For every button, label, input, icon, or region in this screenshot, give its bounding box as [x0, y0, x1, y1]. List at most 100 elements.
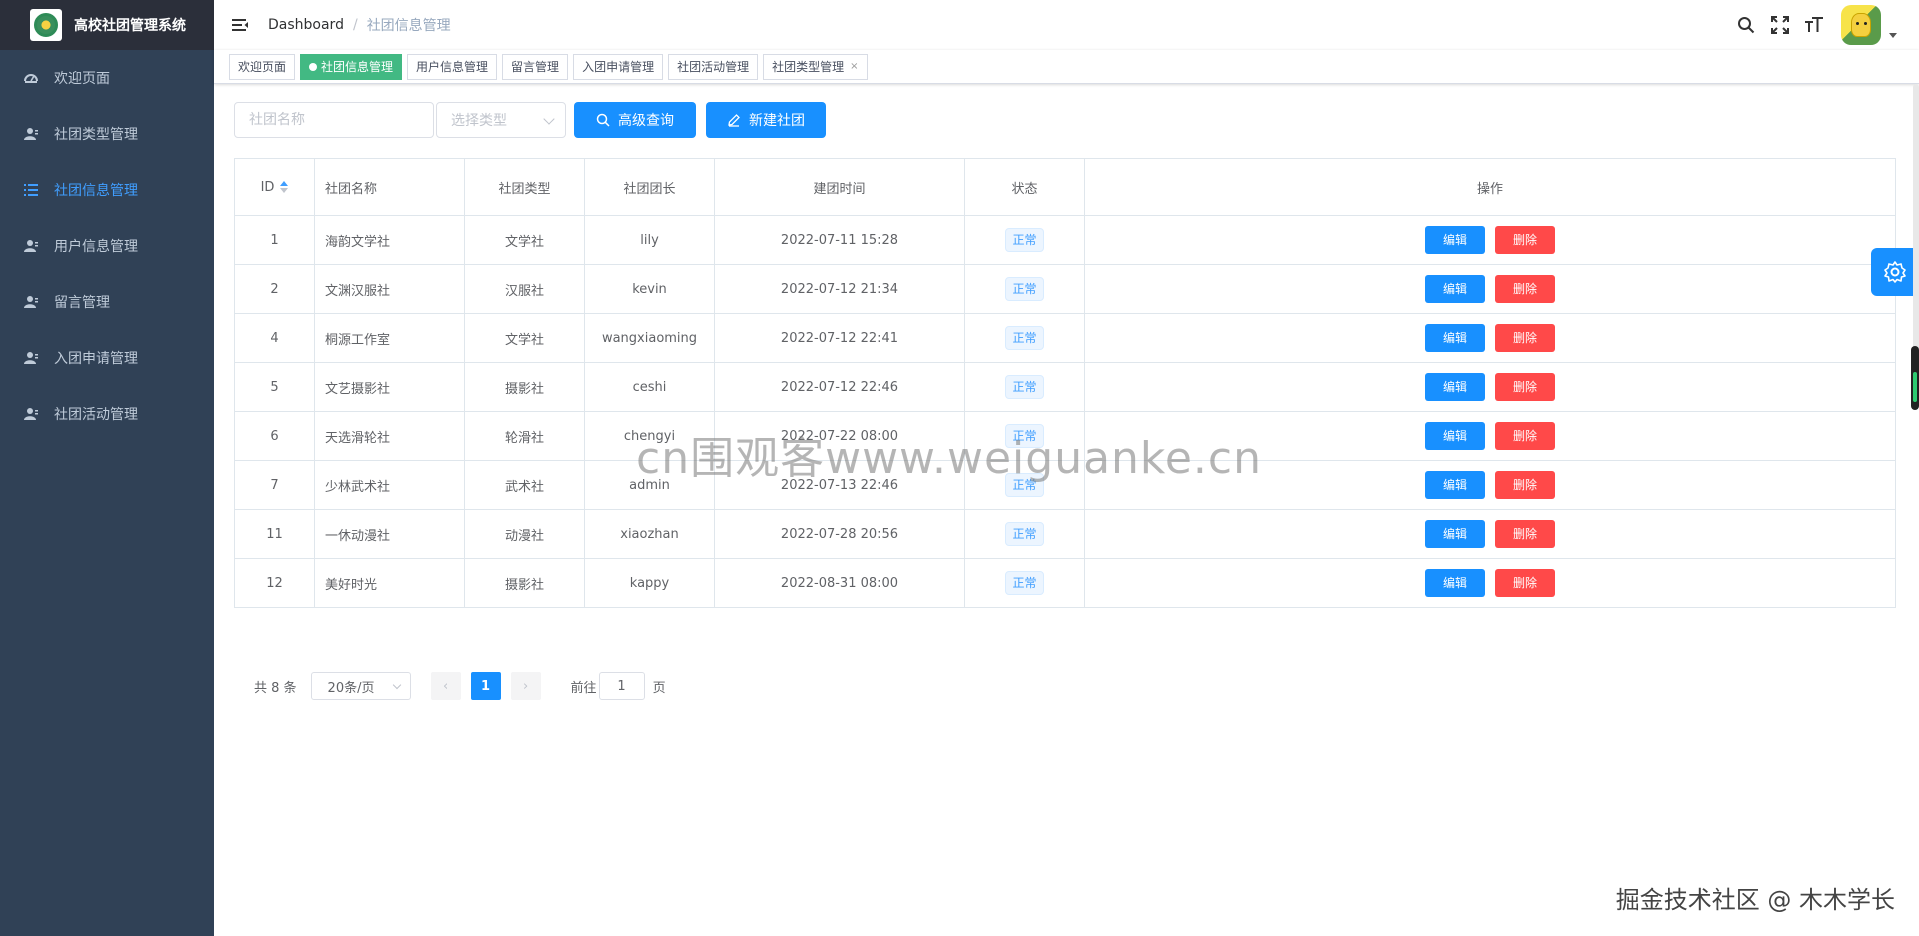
cell-leader: ceshi: [584, 362, 715, 412]
prev-page-button[interactable]: ‹: [430, 672, 461, 700]
tag-3[interactable]: 留言管理: [502, 53, 569, 80]
status-badge: 正常: [1005, 228, 1044, 252]
page-size-select[interactable]: 20条/页: [310, 672, 411, 700]
cell-leader: lily: [584, 215, 715, 265]
navbar: Dashboard / 社团信息管理: [214, 0, 1919, 50]
tag-5[interactable]: 社团活动管理: [668, 53, 759, 80]
sidebar-item-6[interactable]: 社团活动管理: [0, 386, 214, 442]
cell-time: 2022-07-12 21:34: [714, 264, 965, 314]
edit-button[interactable]: 编辑: [1425, 373, 1485, 401]
cell-actions: 编辑 删除: [1084, 313, 1896, 363]
cell-name: 少林武术社: [314, 460, 465, 510]
tag-6[interactable]: 社团类型管理 ×: [763, 53, 868, 80]
status-badge: 正常: [1005, 473, 1044, 497]
list-icon: [24, 183, 38, 197]
tag-0[interactable]: 欢迎页面: [229, 53, 296, 80]
scrollbar-thumb[interactable]: [1911, 346, 1919, 410]
cell-actions: 编辑 删除: [1084, 362, 1896, 412]
cell-time: 2022-07-11 15:28: [714, 215, 965, 265]
column-header-time: 建团时间: [714, 158, 965, 216]
goto-page-input[interactable]: [598, 672, 645, 700]
sidebar-item-5[interactable]: 入团申请管理: [0, 330, 214, 386]
edit-button[interactable]: 编辑: [1425, 520, 1485, 548]
delete-button[interactable]: 删除: [1495, 226, 1555, 254]
font-size-icon[interactable]: [1803, 14, 1825, 36]
sidebar-item-2[interactable]: 社团信息管理: [0, 162, 214, 218]
status-badge: 正常: [1005, 326, 1044, 350]
cell-actions: 编辑 删除: [1084, 215, 1896, 265]
breadcrumb-home[interactable]: Dashboard: [268, 17, 344, 33]
create-club-button[interactable]: 新建社团: [706, 102, 826, 138]
table-row: 2 文渊汉服社 汉服社 kevin 2022-07-12 21:34 正常 编辑 删除: [234, 264, 1896, 314]
close-icon[interactable]: ×: [850, 55, 858, 79]
sidebar-item-4[interactable]: 留言管理: [0, 274, 214, 330]
cell-name: 天选滑轮社: [314, 411, 465, 461]
cell-leader: kevin: [584, 264, 715, 314]
delete-button[interactable]: 删除: [1495, 324, 1555, 352]
edit-button[interactable]: 编辑: [1425, 226, 1485, 254]
sidebar-item-3[interactable]: 用户信息管理: [0, 218, 214, 274]
filter-bar: 选择类型 高级查询 新建社团: [234, 102, 826, 138]
delete-button[interactable]: 删除: [1495, 275, 1555, 303]
cell-actions: 编辑 删除: [1084, 264, 1896, 314]
sidebar-item-0[interactable]: 欢迎页面: [0, 50, 214, 106]
next-page-button[interactable]: ›: [510, 672, 541, 700]
table-row: 1 海韵文学社 文学社 lily 2022-07-11 15:28 正常 编辑 删除: [234, 215, 1896, 265]
table-row: 11 一休动漫社 动漫社 xiaozhan 2022-07-28 20:56 正常 编辑 删除: [234, 509, 1896, 559]
logo-bar[interactable]: 高校社团管理系统: [0, 0, 214, 50]
column-header-type: 社团类型: [464, 158, 585, 216]
edit-button[interactable]: 编辑: [1425, 569, 1485, 597]
delete-button[interactable]: 删除: [1495, 569, 1555, 597]
caret-down-icon[interactable]: [1889, 32, 1897, 38]
tag-4[interactable]: 入团申请管理: [573, 53, 664, 80]
delete-button[interactable]: 删除: [1495, 520, 1555, 548]
settings-gear-button[interactable]: [1871, 248, 1919, 296]
status-badge: 正常: [1005, 424, 1044, 448]
cell-leader: kappy: [584, 558, 715, 608]
advanced-search-button[interactable]: 高级查询: [574, 102, 696, 138]
cell-time: 2022-07-22 08:00: [714, 411, 965, 461]
cell-leader: admin: [584, 460, 715, 510]
delete-button[interactable]: 删除: [1495, 373, 1555, 401]
cell-status: 正常: [964, 215, 1085, 265]
user-icon: [24, 407, 38, 421]
cell-name: 桐源工作室: [314, 313, 465, 363]
avatar[interactable]: [1841, 5, 1881, 45]
cell-status: 正常: [964, 362, 1085, 412]
cell-name: 美好时光: [314, 558, 465, 608]
tag-1[interactable]: 社团信息管理: [300, 53, 403, 80]
edit-button[interactable]: 编辑: [1425, 324, 1485, 352]
tag-label: 欢迎页面: [238, 59, 287, 74]
tag-2[interactable]: 用户信息管理: [407, 53, 498, 80]
cell-type: 摄影社: [464, 558, 585, 608]
club-name-input[interactable]: [234, 102, 434, 138]
pagination: 共 8 条 20条/页 ‹ 1 › 前往 页: [254, 672, 666, 700]
advanced-search-label: 高级查询: [618, 113, 674, 129]
edit-button[interactable]: 编辑: [1425, 471, 1485, 499]
cell-type: 文学社: [464, 313, 585, 363]
table-row: 4 桐源工作室 文学社 wangxiaoming 2022-07-12 22:41 正常 编…: [234, 313, 1896, 363]
delete-button[interactable]: 删除: [1495, 471, 1555, 499]
chevron-down-icon: [543, 113, 555, 125]
edit-button[interactable]: 编辑: [1425, 422, 1485, 450]
delete-button[interactable]: 删除: [1495, 422, 1555, 450]
column-header-id[interactable]: ID: [234, 158, 315, 216]
hamburger-icon[interactable]: [230, 15, 250, 35]
edit-button[interactable]: 编辑: [1425, 275, 1485, 303]
breadcrumb: Dashboard / 社团信息管理: [268, 15, 451, 35]
sidebar-item-label: 社团信息管理: [54, 183, 138, 199]
sort-icon[interactable]: [280, 181, 289, 193]
page-number-1[interactable]: 1: [470, 672, 501, 700]
fullscreen-icon[interactable]: [1769, 14, 1791, 36]
cell-type: 摄影社: [464, 362, 585, 412]
search-icon[interactable]: [1735, 14, 1757, 36]
cell-status: 正常: [964, 558, 1085, 608]
sidebar-item-label: 社团活动管理: [54, 407, 138, 423]
cell-id: 12: [234, 558, 315, 608]
sidebar-item-1[interactable]: 社团类型管理: [0, 106, 214, 162]
cell-status: 正常: [964, 460, 1085, 510]
cell-time: 2022-07-12 22:41: [714, 313, 965, 363]
tag-label: 用户信息管理: [416, 59, 489, 74]
sidebar: 高校社团管理系统 欢迎页面 社团类型管理社团信息管理用户信息管理 留言管理 入团申请管…: [0, 0, 214, 936]
type-select[interactable]: 选择类型: [436, 102, 566, 138]
